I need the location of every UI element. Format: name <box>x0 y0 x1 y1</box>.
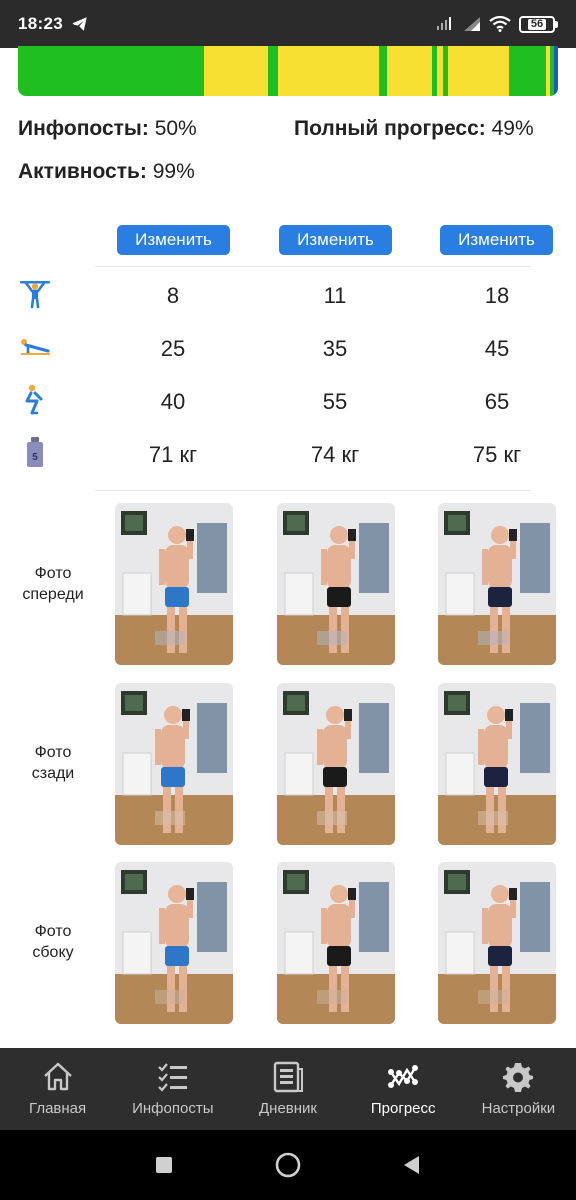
side-photo-2[interactable] <box>277 862 395 1024</box>
front-photo-2[interactable] <box>277 503 395 665</box>
nav-settings[interactable]: Настройки <box>461 1048 576 1130</box>
infoposts-label: Инфопосты: <box>18 117 149 140</box>
infoposts-value: 50% <box>154 117 197 140</box>
status-bar: 18:23 56 <box>0 0 576 48</box>
nav-journal[interactable]: Дневник <box>230 1048 345 1130</box>
nav-home-label: Главная <box>29 1100 87 1117</box>
progress-segment <box>447 46 509 96</box>
edit-button-2[interactable]: Изменить <box>279 225 392 255</box>
pushups-value-1: 25 <box>160 336 186 361</box>
home-icon <box>43 1062 72 1091</box>
squats-value-3: 65 <box>484 389 510 414</box>
front-photo-3[interactable] <box>438 503 556 665</box>
weight-icon: 5 <box>27 437 43 467</box>
divider-top <box>95 266 531 267</box>
nav-journal-label: Дневник <box>259 1100 317 1117</box>
home-button-icon[interactable] <box>274 1151 302 1179</box>
weight-value-2: 74 кг <box>310 442 360 467</box>
pushup-icon <box>21 339 50 355</box>
progress-segment <box>386 46 432 96</box>
squats-value-2: 55 <box>322 389 348 414</box>
infoposts-stat: Инфопосты: 50% <box>18 117 197 141</box>
activity-stat: Активность: 99% <box>18 160 195 184</box>
battery-indicator: 56 <box>519 15 558 33</box>
nav-progress-label: Прогресс <box>370 1100 436 1117</box>
weight-value-3: 75 кг <box>472 442 522 467</box>
weight-value-1: 71 кг <box>148 442 198 467</box>
bottom-nav: Главная Инфопосты Дневник Прогресс Настр… <box>0 1048 576 1130</box>
pullups-value-3: 18 <box>484 283 510 308</box>
full-progress-value: 49% <box>491 117 534 140</box>
battery-level: 56 <box>527 18 547 30</box>
progress-segment <box>508 46 546 96</box>
nav-progress[interactable]: Прогресс <box>346 1048 461 1130</box>
full-progress-label: Полный прогресс: <box>294 117 486 140</box>
nav-settings-label: Настройки <box>481 1100 556 1117</box>
back-photo-label: Фото сзади <box>31 744 75 782</box>
back-photo-2[interactable] <box>277 683 395 845</box>
checklist-icon <box>158 1063 187 1092</box>
edit-button-1[interactable]: Изменить <box>117 225 230 255</box>
recent-apps-icon[interactable] <box>150 1151 178 1179</box>
signal-icon <box>464 17 480 31</box>
pushups-value-3: 45 <box>484 336 510 361</box>
pushups-value-2: 35 <box>322 336 348 361</box>
full-progress-stat: Полный прогресс: 49% <box>294 117 534 141</box>
gear-icon <box>503 1063 534 1092</box>
edit-button-3[interactable]: Изменить <box>440 225 553 255</box>
journal-icon <box>273 1061 303 1093</box>
squat-icon <box>25 384 43 415</box>
progress-segment <box>379 46 387 96</box>
back-icon[interactable] <box>398 1151 426 1179</box>
progress-graph-icon <box>388 1065 419 1088</box>
divider-bottom <box>95 490 531 491</box>
progress-segment <box>204 46 268 96</box>
wifi-icon <box>489 16 511 32</box>
nav-home[interactable]: Главная <box>0 1048 115 1130</box>
front-photo-1[interactable] <box>115 503 233 665</box>
side-photo-label: Фото сбоку <box>32 923 74 961</box>
pullups-value-2: 11 <box>323 283 347 308</box>
nav-infoposts-label: Инфопосты <box>132 1100 214 1117</box>
system-nav-bar <box>0 1130 576 1200</box>
side-photo-3[interactable] <box>438 862 556 1024</box>
back-photo-3[interactable] <box>438 683 556 845</box>
nav-infoposts[interactable]: Инфопосты <box>115 1048 230 1130</box>
status-time: 18:23 <box>18 14 63 33</box>
pullup-icon <box>20 281 50 309</box>
squats-value-1: 40 <box>160 389 186 414</box>
activity-label: Активность: <box>18 160 147 183</box>
vibrate-icon <box>437 17 451 30</box>
side-photo-1[interactable] <box>115 862 233 1024</box>
activity-value: 99% <box>152 160 195 183</box>
pullups-value-1: 8 <box>166 283 180 308</box>
telegram-icon <box>72 17 87 31</box>
progress-segment <box>553 46 558 96</box>
progress-strip <box>18 46 558 96</box>
back-photo-1[interactable] <box>115 683 233 845</box>
progress-segment <box>18 46 198 96</box>
progress-segment <box>267 46 279 96</box>
front-photo-label: Фото спереди <box>22 565 84 603</box>
weight-icon-number: 5 <box>32 452 38 463</box>
progress-segment <box>278 46 380 96</box>
